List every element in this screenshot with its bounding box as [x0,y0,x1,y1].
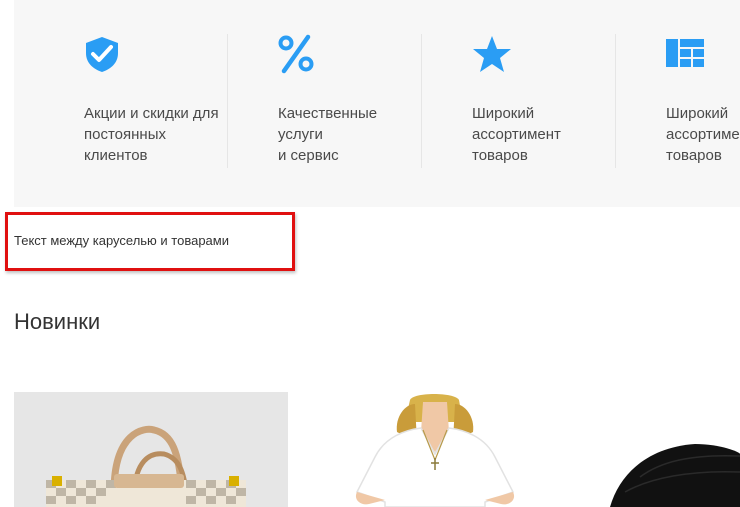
percent-icon [278,34,314,74]
features-panel: Акции и скидки для постоянных клиентов К… [14,0,740,207]
feature-text: Широкий ассортимент товаров [472,105,561,164]
grid-layout-icon [666,39,704,67]
product-card-tshirt[interactable] [335,392,535,507]
section-title: Новинки [14,309,101,334]
black-cap-image[interactable] [600,392,740,507]
feature-text: Широкий ассортимент товаров [666,105,740,164]
handbag-image[interactable] [14,392,288,507]
between-text: Текст между каруселью и товарами [14,233,229,248]
product-card-cap[interactable] [600,392,740,507]
feature-text: Качественные услуги и сервис [278,105,378,164]
shield-check-icon [86,37,118,72]
divider [227,34,228,168]
divider [421,34,422,168]
divider [615,34,616,168]
product-card-handbag[interactable] [14,392,288,507]
white-tshirt-image[interactable] [335,392,535,507]
star-icon [473,36,511,72]
feature-text: Акции и скидки для постоянных клиентов [84,105,219,164]
